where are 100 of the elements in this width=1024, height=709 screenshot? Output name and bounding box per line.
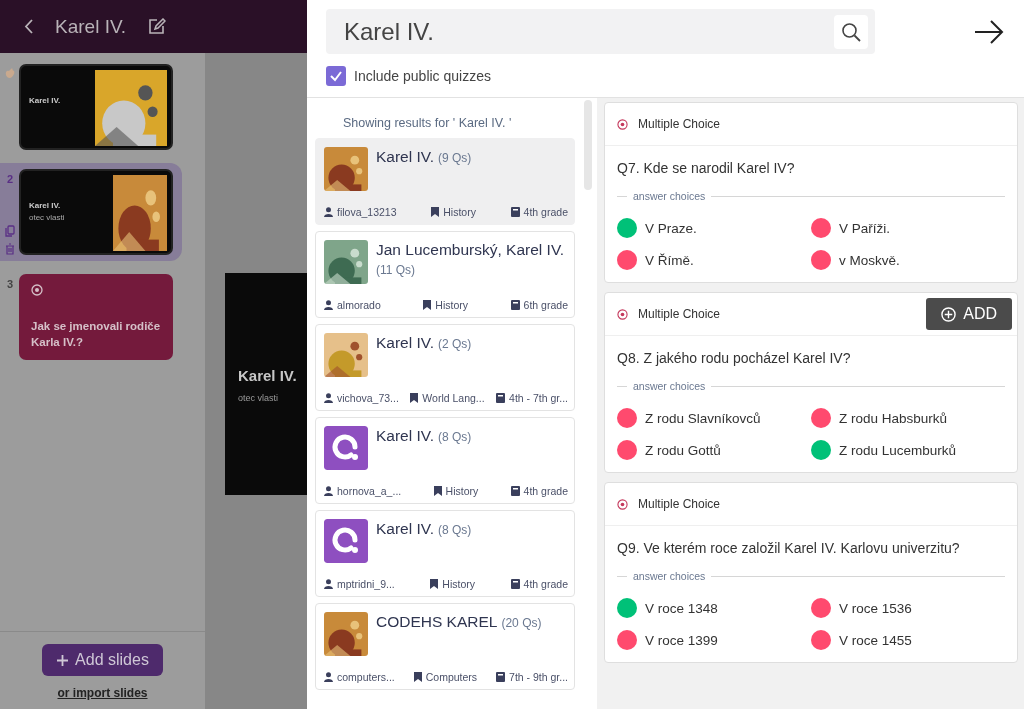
book-icon [510,300,520,310]
slide-item[interactable]: 2 Karel IV. otec vlasti [0,163,182,261]
ring-logo-icon [324,519,368,563]
author-name: filova_13213 [337,206,397,218]
quiz-card[interactable]: CODEHS KAREL (20 Qs) computers... Computers 7th - 9th gr... [315,603,575,690]
bookmark-icon [431,207,440,217]
book-icon [496,672,506,682]
subject-label: History [443,206,476,218]
subject-label: World Lang... [422,392,485,404]
question-type: Multiple Choice [638,117,722,131]
scrollbar[interactable] [584,100,592,190]
ring-logo-icon [324,426,368,470]
slide-item[interactable]: 3 Jak se jmenovali rodiče Karla IV.? [0,271,182,363]
presentation-title: Karel IV. [55,15,127,38]
edit-icon[interactable] [148,18,167,35]
book-icon [496,393,506,403]
slide-item[interactable]: Karel IV. [0,61,182,153]
import-slides-link[interactable]: or import slides [57,686,148,700]
bookmark-icon [423,300,432,310]
target-icon [617,498,628,510]
add-slides-button[interactable]: Add slides [42,644,163,676]
bookmark-icon [433,486,442,496]
question-text: Q9. Ve kterém roce založil Karel IV. Karlovu univerzitu? [617,540,961,556]
subject-label: Computers [425,671,478,683]
user-icon [324,579,333,589]
quiz-title: CODEHS KAREL [376,612,498,632]
user-icon [324,207,333,217]
quiz-title: Karel IV. [376,147,435,167]
user-icon [324,672,333,682]
answer-text: V roce 1348 [645,600,718,616]
author-name: mptridni_9... [337,578,395,590]
plus-icon [56,653,70,667]
quiz-card[interactable]: Karel IV. (2 Qs) vichova_73... World Lang... 4th - 7th gr... [315,324,575,411]
answer-text: V Praze. [645,220,697,236]
book-icon [510,207,520,217]
target-icon [617,118,628,130]
question-count: (8 Qs) [438,522,472,539]
question-type: Multiple Choice [638,307,722,321]
add-button[interactable]: ADD [926,298,1012,330]
question-type: Multiple Choice [638,497,722,511]
subject-label: History [445,485,479,497]
answer-text: V roce 1536 [839,600,912,616]
quiz-card[interactable]: Karel IV. (8 Qs) mptridni_9... History 4th grade [315,510,575,597]
divider-label: answer choices [633,570,706,582]
slide-subtitle: otec vlasti [238,393,280,403]
slide-thumbnail[interactable]: Jak se jmenovali rodiče Karla IV.? [19,274,173,360]
target-icon [31,284,43,296]
checkbox[interactable] [326,66,346,86]
question-count: (2 Qs) [438,336,472,353]
book-icon [510,579,520,589]
arrow-right-icon[interactable] [974,19,1004,44]
quiz-title: Karel IV. [376,426,435,446]
grade-label: 4th - 7th gr... [509,392,568,404]
quiz-title: Karel IV. [376,333,435,353]
bookmark-icon [413,672,422,682]
slide-thumbnail[interactable]: Karel IV. otec vlasti [19,169,173,255]
answer-text: Z rodu Gottů [645,442,721,458]
quiz-title: Karel IV. [376,519,435,539]
grade-label: 4th grade [523,578,568,590]
search-button[interactable] [834,14,868,49]
quiz-card[interactable]: Jan Lucemburský, Karel IV. (11 Qs) almorado History 6th grade [315,231,575,318]
back-icon[interactable] [24,19,33,34]
slide-question: Jak se jmenovali rodiče Karla IV.? [31,319,161,350]
author-name: computers... [337,671,395,683]
grade-label: 6th grade [523,299,568,311]
grade-label: 7th - 9th gr... [509,671,568,683]
quiz-card[interactable]: Karel IV. (9 Qs) filova_13213 History 4th grade [315,138,575,225]
search-input[interactable]: Karel IV. [342,16,834,47]
question-text: Q8. Z jakého rodu pocházel Karel IV? [617,350,852,366]
search-icon [841,21,861,42]
answer-text: V Paříži. [839,220,890,236]
author-name: hornova_a_... [337,485,402,497]
checkbox-label: Include public quizzes [354,68,491,84]
target-icon [617,308,628,320]
question-count: (8 Qs) [438,429,472,446]
answer-text: Z rodu Lucemburků [839,442,957,458]
slide-thumbnail[interactable]: Karel IV. [19,64,173,150]
question-text: Q7. Kde se narodil Karel IV? [617,160,796,176]
divider-label: answer choices [633,380,706,392]
grade-label: 4th grade [523,485,568,497]
user-icon [324,486,333,496]
quiz-card[interactable]: Karel IV. (8 Qs) hornova_a_... History 4th grade [315,417,575,504]
answer-text: Z rodu Slavníkovců [645,410,761,426]
plus-circle-icon [941,306,957,322]
question-count: (9 Qs) [438,150,472,167]
user-icon [324,300,333,310]
slide-title: Karel IV. [238,367,298,384]
grade-label: 4th grade [523,206,568,218]
answer-text: V roce 1399 [645,632,718,648]
question-count: (11 Qs) [376,262,416,279]
answer-text: V Římě. [645,252,694,268]
waving-hand-icon [4,68,16,80]
answer-text: v Moskvě. [839,252,900,268]
question-count: (20 Qs) [501,615,542,632]
search-field[interactable]: Karel IV. [326,9,875,54]
check-icon [329,69,343,83]
author-name: vichova_73... [337,392,399,404]
slide-number: 3 [6,278,14,290]
slide-subtitle: otec vlasti [29,213,66,222]
slide-title: Karel IV. [29,201,62,210]
